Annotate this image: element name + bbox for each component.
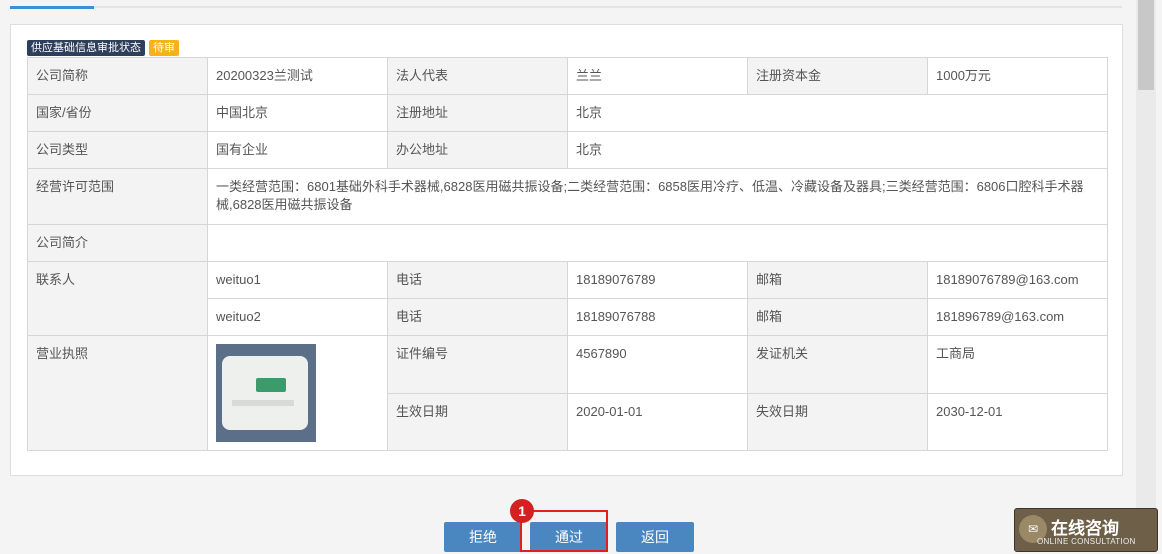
capital-value: 1000万元 [927,57,1108,95]
scrollbar-thumb[interactable] [1138,0,1154,90]
status-badge: 待审 [149,40,179,56]
province-value: 中国北京 [207,94,388,132]
cert-no-label: 证件编号 [387,335,568,394]
highlight-box [520,510,608,552]
table-row: 公司类型 国有企业 办公地址 北京 [27,131,1108,169]
company-short-label: 公司简称 [27,57,208,95]
contact-email: 181896789@163.com [927,298,1108,336]
contact-label: 联系人 [27,261,208,336]
legal-rep-value: 兰兰 [567,57,748,95]
contact-phone: 18189076788 [567,298,748,336]
license-image-cell [207,335,388,451]
chat-subtitle: ONLINE CONSULTATION [1037,537,1136,546]
status-label: 供应基础信息审批状态 [27,40,145,56]
scope-label: 经营许可范围 [27,168,208,225]
supplier-info-table: 公司简称 20200323兰测试 法人代表 兰兰 注册资本金 1000万元 国家… [27,57,1108,451]
vertical-scrollbar[interactable] [1136,0,1156,510]
step-number-badge: 1 [510,499,534,523]
start-date-label: 生效日期 [387,392,568,451]
supplier-info-panel: 供应基础信息审批状态 待审 公司简称 20200323兰测试 法人代表 兰兰 注… [10,24,1123,476]
table-row: 营业执照 证件编号 4567890 发证机关 工商局 [27,335,1108,451]
online-consultation-widget[interactable]: ✉ 在线咨询 ONLINE CONSULTATION [1014,508,1158,552]
office-address-value: 北京 [567,131,1108,169]
email-label: 邮箱 [747,298,928,336]
province-label: 国家/省份 [27,94,208,132]
table-row: 公司简称 20200323兰测试 法人代表 兰兰 注册资本金 1000万元 [27,57,1108,95]
license-image[interactable] [216,344,316,442]
end-date-value: 2030-12-01 [927,392,1108,451]
company-short-value: 20200323兰测试 [207,57,388,95]
reject-button[interactable]: 拒绝 [444,522,522,552]
contact-email: 18189076789@163.com [927,261,1108,299]
chat-title: 在线咨询 [1051,519,1119,538]
phone-label: 电话 [387,261,568,299]
approval-status: 供应基础信息审批状态 待审 [27,40,179,56]
reg-address-label: 注册地址 [387,94,568,132]
contact-name: weituo2 [207,298,388,336]
table-row: 联系人 weituo1 电话 18189076789 邮箱 1818907678… [27,261,1108,336]
issuer-value: 工商局 [927,335,1108,394]
active-tab-indicator [10,6,94,9]
reg-address-value: 北京 [567,94,1108,132]
company-type-value: 国有企业 [207,131,388,169]
phone-label: 电话 [387,298,568,336]
legal-rep-label: 法人代表 [387,57,568,95]
contact-name: weituo1 [207,261,388,299]
intro-value [207,224,1108,262]
office-address-label: 办公地址 [387,131,568,169]
license-label: 营业执照 [27,335,208,451]
tab-strip [10,6,1122,9]
table-row: 国家/省份 中国北京 注册地址 北京 [27,94,1108,132]
issuer-label: 发证机关 [747,335,928,394]
email-label: 邮箱 [747,261,928,299]
capital-label: 注册资本金 [747,57,928,95]
scope-value: 一类经营范围：6801基础外科手术器械,6828医用磁共振设备;二类经营范围：6… [207,168,1108,225]
back-button[interactable]: 返回 [616,522,694,552]
table-row: 公司简介 [27,224,1108,262]
contact-phone: 18189076789 [567,261,748,299]
cert-no-value: 4567890 [567,335,748,394]
intro-label: 公司简介 [27,224,208,262]
company-type-label: 公司类型 [27,131,208,169]
end-date-label: 失效日期 [747,392,928,451]
table-row: 经营许可范围 一类经营范围：6801基础外科手术器械,6828医用磁共振设备;二… [27,168,1108,225]
start-date-value: 2020-01-01 [567,392,748,451]
